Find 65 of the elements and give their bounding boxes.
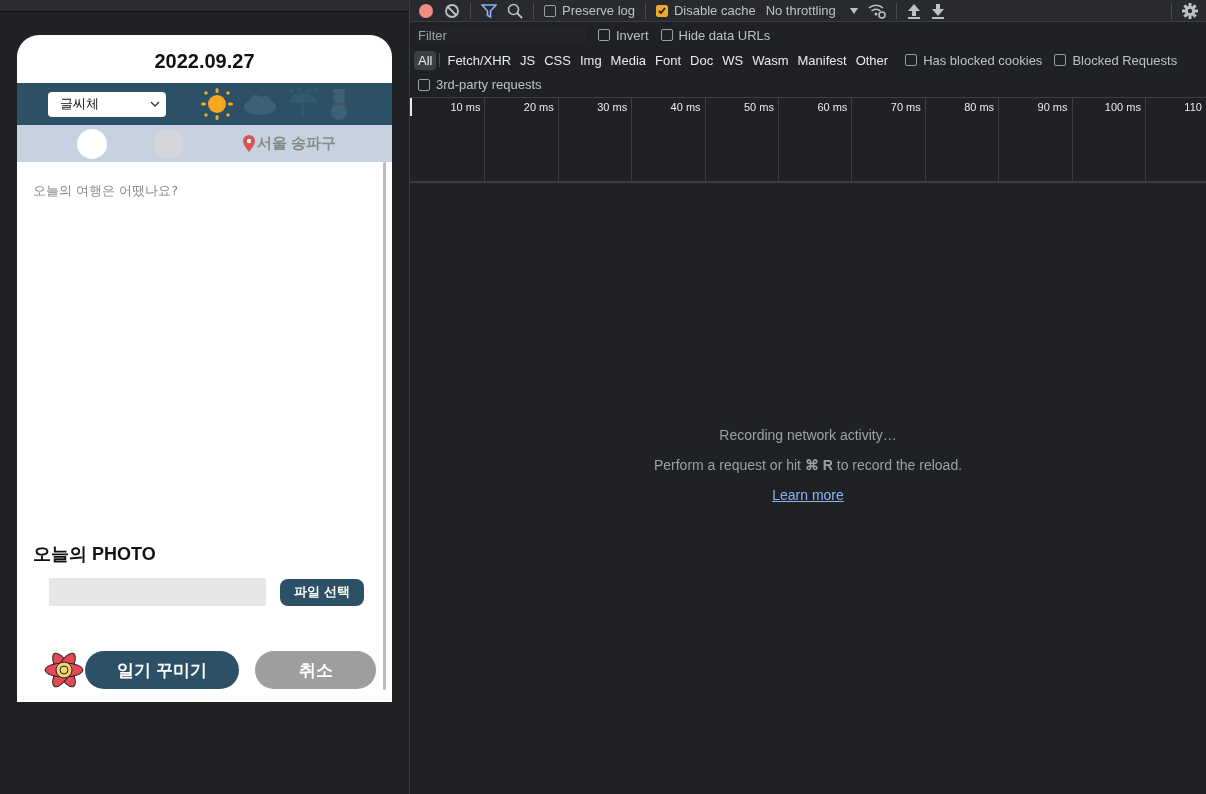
- checkbox[interactable]: [905, 54, 918, 66]
- diary-date: 2022.09.27: [17, 35, 392, 83]
- timeline-tick-label: 40 ms: [670, 101, 701, 113]
- timeline-tick-label: 80 ms: [964, 101, 995, 113]
- checkbox-label: 3rd-party requests: [436, 77, 542, 92]
- empty-state-hint: Perform a request or hit ⌘ R to record the reload.: [653, 456, 963, 473]
- checkbox[interactable]: [598, 29, 610, 41]
- checkbox-label: Blocked Requests: [1072, 52, 1178, 68]
- timeline-tick-label: 20 ms: [523, 101, 554, 113]
- diary-text-area[interactable]: 오늘의 여행은 어땠나요?: [17, 162, 380, 528]
- resource-type-filter[interactable]: Other: [851, 50, 893, 70]
- timeline-tick-label: 50 ms: [744, 101, 774, 113]
- checkbox[interactable]: [1054, 54, 1067, 66]
- empty-state-title: Recording network activity…: [719, 426, 897, 443]
- clear-icon[interactable]: [444, 2, 460, 19]
- timeline-tick-label: 100 ms: [1104, 101, 1141, 113]
- resource-type-filter[interactable]: Doc: [686, 50, 718, 70]
- checkmark-icon: [657, 5, 667, 16]
- file-name-field[interactable]: [49, 578, 266, 606]
- resource-type-filter[interactable]: Font: [651, 50, 686, 70]
- checkbox[interactable]: [656, 4, 668, 17]
- timeline-tick-label: 60 ms: [817, 101, 848, 113]
- checkbox-label: Invert: [616, 27, 649, 43]
- upload-icon[interactable]: [906, 2, 921, 19]
- scrollbar-thumb[interactable]: [383, 162, 386, 690]
- caret-down-icon: [849, 7, 858, 14]
- checkbox-label: Hide data URLs: [678, 27, 771, 43]
- atom-icon: [44, 650, 84, 690]
- choose-file-button[interactable]: 파일 선택: [280, 578, 364, 606]
- download-icon[interactable]: [930, 2, 945, 19]
- checkbox-label: Has blocked cookies: [923, 52, 1043, 68]
- timeline-tick-label: 70 ms: [890, 101, 921, 113]
- resource-type-filter[interactable]: JS: [516, 50, 540, 70]
- checkbox[interactable]: [660, 29, 673, 41]
- checkbox-label: Preserve log: [562, 3, 635, 18]
- chevron-down-icon: [150, 101, 160, 107]
- settings-icon[interactable]: [1182, 2, 1198, 19]
- search-icon[interactable]: [507, 2, 523, 19]
- timeline-tick-label: 90 ms: [1037, 101, 1068, 113]
- photo-heading: 오늘의 PHOTO: [33, 543, 157, 566]
- checkbox-label: Disable cache: [674, 3, 756, 18]
- wifi-gear-icon[interactable]: [867, 2, 886, 19]
- timeline-tick-label: 30 ms: [597, 101, 628, 113]
- resource-type-filter[interactable]: Media: [606, 50, 651, 70]
- learn-more-link[interactable]: Learn more: [772, 486, 844, 503]
- resource-type-filter[interactable]: Img: [575, 50, 606, 70]
- resource-type-filter[interactable]: WS: [718, 50, 748, 70]
- checkbox[interactable]: [418, 78, 430, 91]
- resource-type-filter[interactable]: Fetch/XHR: [443, 50, 516, 70]
- font-select[interactable]: 글씨체: [48, 91, 166, 117]
- location-text: 서울 송파구: [257, 134, 337, 153]
- record-icon[interactable]: [418, 2, 434, 19]
- timeline-tick-label: 110: [1184, 101, 1202, 113]
- resource-type-filter[interactable]: Wasm: [748, 50, 793, 70]
- sun-icon[interactable]: [199, 86, 235, 122]
- resource-type-filter[interactable]: Manifest: [793, 50, 851, 70]
- timeline-tick-label: 10 ms: [450, 101, 481, 113]
- scrollbar-track[interactable]: [380, 162, 392, 702]
- map-pin-icon: [243, 135, 255, 152]
- throttling-dropdown[interactable]: No throttling: [765, 3, 858, 18]
- checkbox[interactable]: [544, 4, 556, 17]
- resource-type-filter[interactable]: CSS: [540, 50, 575, 70]
- decorate-diary-button[interactable]: 일기 꾸미기: [85, 651, 239, 689]
- resource-type-filter[interactable]: All: [414, 50, 437, 70]
- filter-icon[interactable]: [481, 2, 497, 19]
